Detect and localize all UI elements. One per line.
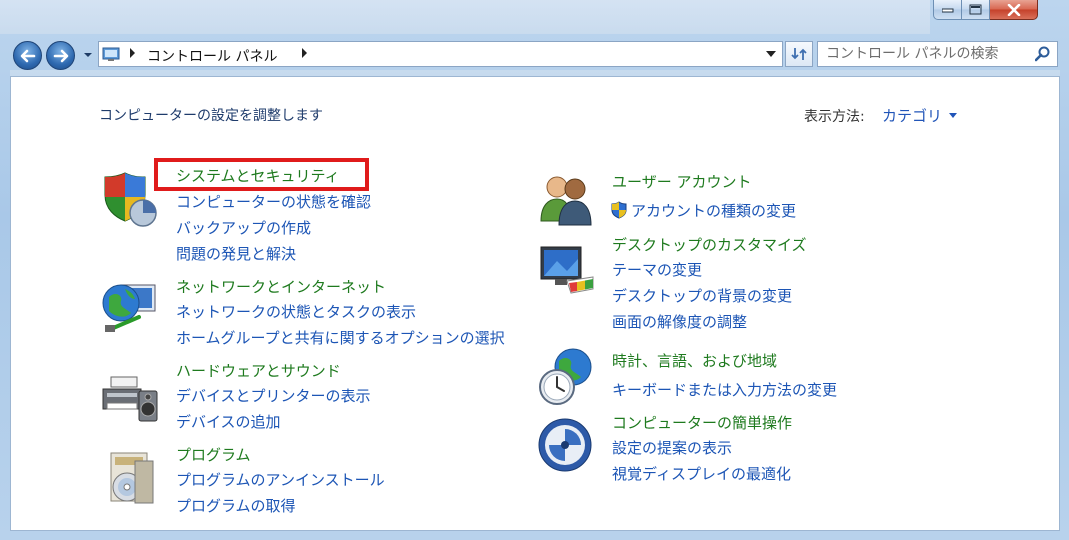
view-by-label: 表示方法: [804, 109, 865, 125]
desktop-customize-icon[interactable] [537, 241, 597, 301]
category-clock-language-region[interactable]: 時計、言語、および地域 [612, 350, 777, 371]
hardware-sound-icon[interactable] [101, 367, 161, 427]
close-button[interactable] [990, 0, 1038, 20]
control-panel-content: コンピューターの設定を調整します 表示方法: カテゴリ システムとセキュリティ … [10, 76, 1060, 531]
category-user-accounts[interactable]: ユーザー アカウント [612, 171, 751, 192]
link-change-keyboard-input[interactable]: キーボードまたは入力方法の変更 [612, 379, 837, 400]
link-find-fix-problems[interactable]: 問題の発見と解決 [176, 243, 296, 264]
page-title: コンピューターの設定を調整します [99, 108, 323, 124]
arrow-right-icon [53, 49, 68, 62]
refresh-button[interactable] [785, 41, 813, 67]
link-adjust-screen-resolution[interactable]: 画面の解像度の調整 [612, 311, 747, 332]
chevron-down-icon[interactable] [949, 113, 957, 118]
link-add-device[interactable]: デバイスの追加 [176, 411, 281, 432]
link-create-backup[interactable]: バックアップの作成 [176, 217, 311, 238]
maximize-button[interactable] [962, 0, 990, 20]
maximize-icon [969, 4, 982, 15]
link-uninstall-program[interactable]: プログラムのアンインストール [176, 469, 385, 490]
view-by-dropdown[interactable]: カテゴリ [882, 105, 942, 126]
category-hardware-sound[interactable]: ハードウェアとサウンド [176, 360, 341, 381]
address-bar[interactable]: コントロール パネル [98, 41, 783, 67]
forward-button[interactable] [46, 41, 75, 70]
window-controls [933, 0, 1038, 26]
link-devices-printers[interactable]: デバイスとプリンターの表示 [176, 385, 371, 406]
breadcrumb-separator-icon[interactable] [129, 48, 137, 58]
breadcrumb-control-panel[interactable]: コントロール パネル [147, 46, 277, 66]
uac-shield-icon [611, 201, 627, 219]
search-icon[interactable] [1035, 46, 1051, 62]
system-security-icon[interactable] [101, 169, 161, 229]
ease-of-access-icon[interactable] [537, 415, 597, 475]
breadcrumb-separator-icon[interactable] [301, 48, 309, 58]
back-button[interactable] [13, 41, 42, 70]
arrow-left-icon [20, 49, 35, 62]
network-internet-icon[interactable] [101, 277, 161, 337]
search-box[interactable] [817, 41, 1058, 67]
link-homegroup-sharing[interactable]: ホームグループと共有に関するオプションの選択 [176, 327, 505, 348]
link-optimize-visual-display[interactable]: 視覚ディスプレイの最適化 [612, 463, 791, 484]
user-accounts-icon[interactable] [537, 169, 597, 229]
control-panel-icon [102, 47, 120, 61]
clock-language-region-icon[interactable] [537, 347, 597, 407]
refresh-icon [791, 48, 807, 60]
category-desktop-customize[interactable]: デスクトップのカスタマイズ [612, 234, 807, 255]
category-system-security[interactable]: システムとセキュリティ [176, 165, 340, 186]
category-programs[interactable]: プログラム [176, 444, 251, 465]
address-history-chevron-icon[interactable] [766, 51, 776, 57]
link-get-recommendations[interactable]: 設定の提案の表示 [612, 437, 732, 458]
link-change-desktop-background[interactable]: デスクトップの背景の変更 [612, 285, 792, 306]
minimize-icon [941, 8, 953, 12]
category-ease-of-access[interactable]: コンピューターの簡単操作 [612, 412, 792, 433]
minimize-button[interactable] [933, 0, 962, 20]
search-input[interactable] [826, 45, 1026, 63]
close-icon [1007, 3, 1020, 16]
programs-icon[interactable] [101, 449, 161, 509]
link-get-programs[interactable]: プログラムの取得 [176, 495, 296, 516]
link-change-theme[interactable]: テーマの変更 [612, 259, 702, 280]
link-change-account-type[interactable]: アカウントの種類の変更 [631, 200, 796, 221]
link-check-computer-status[interactable]: コンピューターの状態を確認 [176, 191, 371, 212]
recent-pages-chevron-icon[interactable] [83, 50, 93, 60]
category-network-internet[interactable]: ネットワークとインターネット [176, 276, 386, 297]
link-network-status-tasks[interactable]: ネットワークの状態とタスクの表示 [176, 301, 416, 322]
background-app-toolbar [0, 0, 930, 34]
